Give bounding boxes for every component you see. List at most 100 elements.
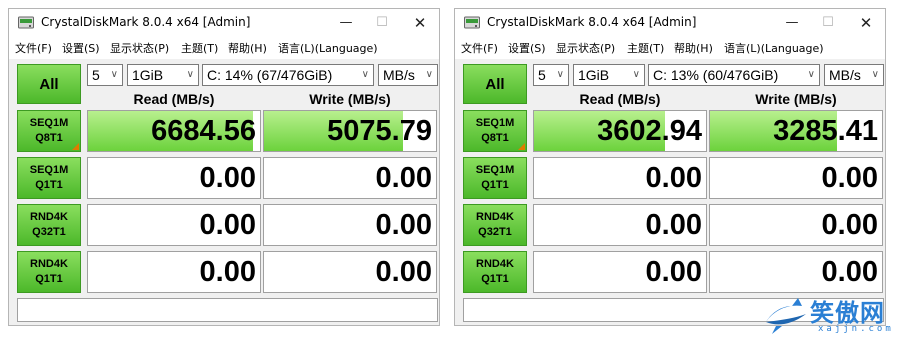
read-result-cell: 0.00 xyxy=(87,204,261,246)
menu-file[interactable]: 文件(F) xyxy=(461,40,498,56)
test-button-rnd4k-q32t1[interactable]: RND4K Q32T1 xyxy=(17,204,81,246)
test-count-select[interactable]: 5 ∨ xyxy=(533,64,569,86)
test-label-line2: Q8T1 xyxy=(35,132,63,144)
test-button-seq1m-q8t1[interactable]: SEQ1M Q8T1 xyxy=(463,110,527,152)
test-label-line2: Q32T1 xyxy=(32,226,66,238)
test-button-rnd4k-q1t1[interactable]: RND4K Q1T1 xyxy=(17,251,81,293)
menu-language[interactable]: 语言(L)(Language) xyxy=(724,40,824,56)
read-result-cell: 0.00 xyxy=(533,157,707,199)
test-label-line2: Q8T1 xyxy=(481,132,509,144)
write-result-value: 0.00 xyxy=(375,256,432,288)
read-result-value: 6684.56 xyxy=(151,115,256,147)
test-label-line2: Q1T1 xyxy=(481,179,509,191)
menu-language[interactable]: 语言(L)(Language) xyxy=(278,40,378,56)
read-result-value: 0.00 xyxy=(199,256,256,288)
menu-theme[interactable]: 主题(T) xyxy=(627,40,664,56)
test-button-seq1m-q1t1[interactable]: SEQ1M Q1T1 xyxy=(463,157,527,199)
write-result-value: 0.00 xyxy=(821,209,878,241)
test-label-line2: Q1T1 xyxy=(35,273,63,285)
test-count-value: 5 xyxy=(92,67,100,83)
test-label-line1: RND4K xyxy=(476,211,514,223)
read-result-value: 0.00 xyxy=(199,162,256,194)
read-result-cell: 6684.56 xyxy=(87,110,261,152)
write-result-value: 0.00 xyxy=(821,256,878,288)
maximize-icon[interactable]: ☐ xyxy=(365,11,399,35)
test-label-line1: SEQ1M xyxy=(29,164,69,176)
write-result-cell: 0.00 xyxy=(709,157,883,199)
menu-display[interactable]: 显示状态(P) xyxy=(556,40,615,56)
read-result-value: 0.00 xyxy=(645,162,702,194)
drive-select[interactable]: C: 13% (60/476GiB) ∨ xyxy=(648,64,820,86)
menu-help[interactable]: 帮助(H) xyxy=(228,40,267,56)
write-result-cell: 0.00 xyxy=(263,204,437,246)
test-count-select[interactable]: 5 ∨ xyxy=(87,64,123,86)
read-result-cell: 0.00 xyxy=(87,251,261,293)
menu-display[interactable]: 显示状态(P) xyxy=(110,40,169,56)
test-label-line1: RND4K xyxy=(476,258,514,270)
test-label-line2: Q1T1 xyxy=(481,273,509,285)
menu-settings[interactable]: 设置(S) xyxy=(508,40,546,56)
menu-help[interactable]: 帮助(H) xyxy=(674,40,713,56)
maximize-icon[interactable]: ☐ xyxy=(811,11,845,35)
drive-select[interactable]: C: 14% (67/476GiB) ∨ xyxy=(202,64,374,86)
test-button-rnd4k-q1t1[interactable]: RND4K Q1T1 xyxy=(463,251,527,293)
close-icon[interactable]: ✕ xyxy=(403,11,437,35)
test-size-select[interactable]: 1GiB ∨ xyxy=(127,64,199,86)
read-result-value: 0.00 xyxy=(199,209,256,241)
menu-file[interactable]: 文件(F) xyxy=(15,40,52,56)
read-result-cell: 3602.94 xyxy=(533,110,707,152)
write-result-cell: 0.00 xyxy=(709,251,883,293)
watermark-url: xajjn.com xyxy=(818,324,894,334)
title-bar[interactable]: CrystalDiskMark 8.0.4 x64 [Admin] — ☐ ✕ xyxy=(9,9,439,37)
close-icon[interactable]: ✕ xyxy=(849,11,883,35)
test-label-line1: SEQ1M xyxy=(475,164,515,176)
drive-value: C: 14% (67/476GiB) xyxy=(207,67,333,83)
window-title: CrystalDiskMark 8.0.4 x64 [Admin] xyxy=(487,15,697,29)
drive-value: C: 13% (60/476GiB) xyxy=(653,67,779,83)
site-watermark: 笑傲网 xajjn.com xyxy=(760,290,900,337)
shark-logo-icon xyxy=(766,298,806,334)
write-result-value: 5075.79 xyxy=(327,115,432,147)
read-result-cell: 0.00 xyxy=(87,157,261,199)
write-result-value: 0.00 xyxy=(821,162,878,194)
selected-marker-icon xyxy=(518,143,525,150)
all-button[interactable]: All xyxy=(17,64,81,104)
read-result-value: 3602.94 xyxy=(597,115,702,147)
read-column-header: Read (MB/s) xyxy=(579,91,661,107)
watermark-text: 笑傲网 xyxy=(810,299,885,327)
test-label-line2: Q32T1 xyxy=(478,226,512,238)
test-size-value: 1GiB xyxy=(132,67,164,83)
chevron-down-icon: ∨ xyxy=(361,69,369,80)
menu-bar: 文件(F) 设置(S) 显示状态(P) 主题(T) 帮助(H) 语言(L)(La… xyxy=(9,37,439,59)
write-result-value: 0.00 xyxy=(375,209,432,241)
test-button-seq1m-q1t1[interactable]: SEQ1M Q1T1 xyxy=(17,157,81,199)
minimize-icon[interactable]: — xyxy=(329,11,363,35)
chevron-down-icon: ∨ xyxy=(425,69,433,80)
write-result-value: 3285.41 xyxy=(773,115,878,147)
read-result-value: 0.00 xyxy=(645,209,702,241)
comment-input[interactable] xyxy=(17,298,438,322)
menu-settings[interactable]: 设置(S) xyxy=(62,40,100,56)
unit-select[interactable]: MB/s ∨ xyxy=(824,64,884,86)
menu-bar: 文件(F) 设置(S) 显示状态(P) 主题(T) 帮助(H) 语言(L)(La… xyxy=(455,37,885,59)
all-button[interactable]: All xyxy=(463,64,527,104)
write-result-value: 0.00 xyxy=(375,162,432,194)
disk-app-icon xyxy=(464,16,480,29)
test-count-value: 5 xyxy=(538,67,546,83)
chevron-down-icon: ∨ xyxy=(807,69,815,80)
test-size-select[interactable]: 1GiB ∨ xyxy=(573,64,645,86)
selected-marker-icon xyxy=(72,143,79,150)
test-label-line1: SEQ1M xyxy=(29,117,69,129)
test-label-line1: RND4K xyxy=(30,258,68,270)
test-label-line2: Q1T1 xyxy=(35,179,63,191)
title-bar[interactable]: CrystalDiskMark 8.0.4 x64 [Admin] — ☐ ✕ xyxy=(455,9,885,37)
test-button-rnd4k-q32t1[interactable]: RND4K Q32T1 xyxy=(463,204,527,246)
chevron-down-icon: ∨ xyxy=(632,69,640,80)
read-result-cell: 0.00 xyxy=(533,204,707,246)
menu-theme[interactable]: 主题(T) xyxy=(181,40,218,56)
unit-select[interactable]: MB/s ∨ xyxy=(378,64,438,86)
chevron-down-icon: ∨ xyxy=(871,69,879,80)
minimize-icon[interactable]: — xyxy=(775,11,809,35)
test-button-seq1m-q8t1[interactable]: SEQ1M Q8T1 xyxy=(17,110,81,152)
test-label-line1: SEQ1M xyxy=(475,117,515,129)
